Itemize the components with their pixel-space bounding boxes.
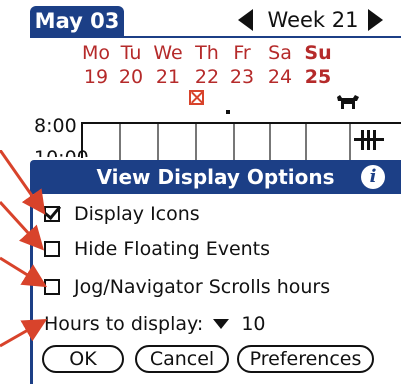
date-tab[interactable]: May 03 [30,6,124,36]
option-display-icons[interactable]: Display Icons [44,200,200,228]
week-previous-arrow-icon[interactable] [238,9,253,31]
day-name-fr: Fr [233,42,251,64]
display-icons-label: Display Icons [74,203,200,225]
jog-navigator-label: Jog/Navigator Scrolls hours [74,276,331,298]
dog-icon [337,95,359,109]
day-name-mo: Mo [81,42,111,64]
event-dot [226,110,230,114]
day-name-su: Su [304,42,332,64]
info-icon[interactable]: i [361,165,385,189]
hours-to-display-row: Hours to display: 10 [44,310,266,338]
dialog-title: View Display Options [30,160,401,194]
week-label: Week 21 [267,8,359,32]
x-box-icon[interactable] [189,90,204,105]
day-name-we: We [153,42,183,64]
annotation-arrows [0,150,48,348]
day-number-we[interactable]: 21 [148,66,188,88]
day-number-sa[interactable]: 24 [260,66,300,88]
dropdown-triangle-icon[interactable] [213,319,230,329]
hours-value[interactable]: 10 [241,313,265,335]
week-next-arrow-icon[interactable] [368,9,383,31]
hide-floating-events-label: Hide Floating Events [74,238,271,260]
option-jog-navigator[interactable]: Jog/Navigator Scrolls hours [44,273,330,301]
time-label-8: 8:00 [34,115,77,137]
day-name-sa: Sa [268,42,292,64]
day-number-su[interactable]: 25 [298,66,338,88]
day-number-fr[interactable]: 23 [222,66,262,88]
hours-to-display-label: Hours to display: [44,313,204,335]
hours-dropdown[interactable]: 10 [213,313,266,335]
header-divider [30,36,401,38]
preferences-button[interactable]: Preferences [237,345,374,373]
day-name-th: Th [195,42,219,64]
day-number-mo[interactable]: 19 [76,66,116,88]
fork-icon [354,130,384,150]
day-number-tu[interactable]: 20 [111,66,151,88]
day-name-tu: Tu [120,42,142,64]
option-hide-floating-events[interactable]: Hide Floating Events [44,235,270,263]
cancel-button[interactable]: Cancel [135,345,229,373]
day-number-th[interactable]: 22 [187,66,227,88]
